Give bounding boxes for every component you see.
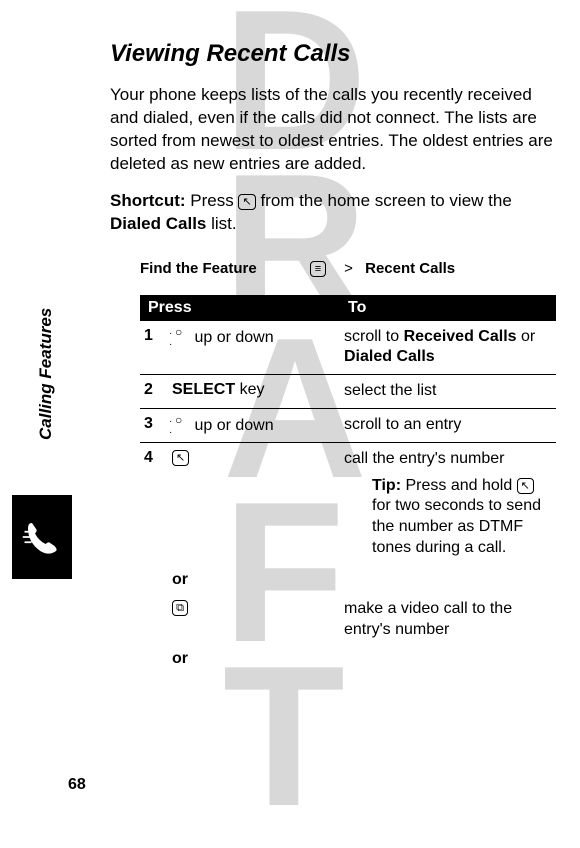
calling-features-badge	[12, 495, 72, 579]
video-key-icon: ⧉	[172, 600, 188, 616]
table-row: 1 up or down scroll to Received Calls or…	[140, 321, 556, 376]
nav-icon	[172, 415, 190, 433]
table-row: 3 up or down scroll to an entry	[140, 409, 556, 443]
or-divider: or	[140, 644, 556, 674]
page-title: Viewing Recent Calls	[110, 40, 556, 68]
table-row: 2 SELECT key select the list	[140, 375, 556, 409]
intro-paragraph: Your phone keeps lists of the calls you …	[110, 84, 556, 176]
send-key-icon: ↖	[517, 478, 534, 494]
table-row: 4 ↖ call the entry's number Tip: Press a…	[140, 443, 556, 565]
phone-icon	[21, 516, 63, 558]
send-key-icon: ↖	[238, 194, 255, 210]
page-number: 68	[68, 776, 86, 794]
or-divider: or	[140, 565, 556, 595]
nav-icon	[172, 327, 190, 345]
find-the-feature: Find the Feature ≡ > Recent Calls	[140, 260, 556, 277]
send-key-icon: ↖	[172, 450, 189, 466]
steps-table: Press To 1 up or down scroll to Received…	[140, 295, 556, 675]
menu-key-icon: ≡	[310, 261, 326, 277]
section-label: Calling Features	[36, 308, 56, 440]
header-press: Press	[140, 295, 340, 321]
table-row: ⧉ make a video call to the entry's numbe…	[140, 595, 556, 645]
shortcut-paragraph: Shortcut: Press ↖ from the home screen t…	[110, 190, 556, 236]
header-to: To	[340, 295, 556, 321]
